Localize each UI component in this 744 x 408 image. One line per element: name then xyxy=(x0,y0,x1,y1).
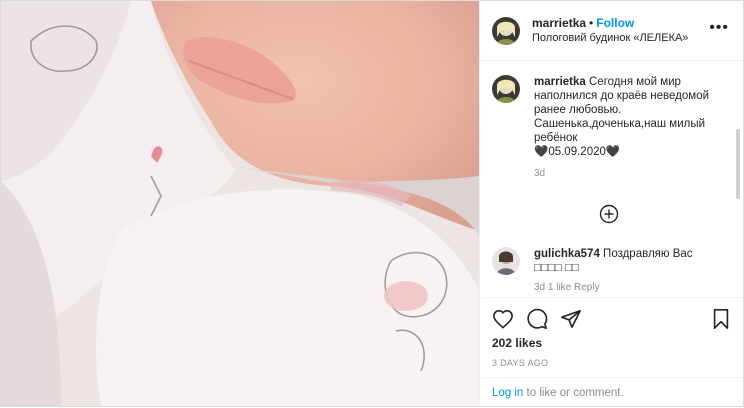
comments-section: marrietka Сегодня мой мир наполнился до … xyxy=(480,61,743,297)
post-photo[interactable] xyxy=(1,1,479,406)
commenter-username[interactable]: gulichka574 xyxy=(534,248,600,260)
avatar-image xyxy=(492,16,520,45)
avatar-image xyxy=(492,75,520,103)
author-username[interactable]: marrietka xyxy=(532,16,586,30)
baby-photo-image xyxy=(1,1,479,406)
commenter-avatar[interactable] xyxy=(492,247,520,275)
comments-scrollbar[interactable] xyxy=(736,129,740,199)
heart-icon[interactable] xyxy=(492,309,514,329)
comment-text-block: gulichka574 Поздравляю Вас □□□□ □□ 3d 1 … xyxy=(534,247,720,295)
login-prompt-text: to like or comment. xyxy=(523,387,624,399)
author-avatar[interactable] xyxy=(492,16,520,45)
bookmark-icon[interactable] xyxy=(711,308,731,330)
login-prompt: Log in to like or comment. xyxy=(480,377,743,407)
action-icons xyxy=(480,298,743,330)
comment-item: gulichka574 Поздравляю Вас □□□□ □□ 3d 1 … xyxy=(492,247,720,295)
comment-icon-svg xyxy=(527,308,548,329)
caption-username[interactable]: marrietka xyxy=(534,76,586,88)
comment-meta[interactable]: 3d 1 like Reply xyxy=(534,281,720,295)
more-options-icon[interactable]: ••• xyxy=(709,20,729,36)
load-more-comments-icon xyxy=(599,204,619,224)
share-icon[interactable] xyxy=(560,308,582,330)
instagram-post: marrietka • Follow Пологовий будинок «ЛЕЛЕ… xyxy=(0,0,744,407)
like-icon-svg xyxy=(493,309,513,329)
post-timestamp[interactable]: 3 DAYS AGO xyxy=(480,350,743,368)
post-header: marrietka • Follow Пологовий будинок «ЛЕЛЕ… xyxy=(480,1,743,61)
post-location[interactable]: Пологовий будинок «ЛЕЛЕКА» xyxy=(532,31,688,46)
avatar-image xyxy=(492,247,520,275)
follow-button[interactable]: Follow xyxy=(596,16,634,30)
separator-dot: • xyxy=(589,16,594,30)
header-meta: marrietka • Follow Пологовий будинок «ЛЕЛЕ… xyxy=(532,15,688,46)
share-icon-svg xyxy=(561,309,581,329)
caption-line-3: 🖤05.09.2020🖤 xyxy=(534,146,621,158)
caption-line-2: Сашенька,доченька,наш милый ребёнок xyxy=(534,118,706,144)
post-sidebar: marrietka • Follow Пологовий будинок «ЛЕЛЕ… xyxy=(479,1,743,406)
caption-text-block: marrietka Сегодня мой мир наполнился до … xyxy=(534,75,714,181)
caption-time[interactable]: 3d xyxy=(534,167,714,181)
save-icon-svg xyxy=(713,309,729,329)
caption-avatar[interactable] xyxy=(492,75,520,103)
like-count[interactable]: 202 likes xyxy=(480,330,743,350)
caption: marrietka Сегодня мой мир наполнился до … xyxy=(480,61,743,181)
comment-icon[interactable] xyxy=(526,308,548,330)
plus-circle-icon[interactable] xyxy=(599,204,619,224)
login-link[interactable]: Log in xyxy=(492,387,523,399)
